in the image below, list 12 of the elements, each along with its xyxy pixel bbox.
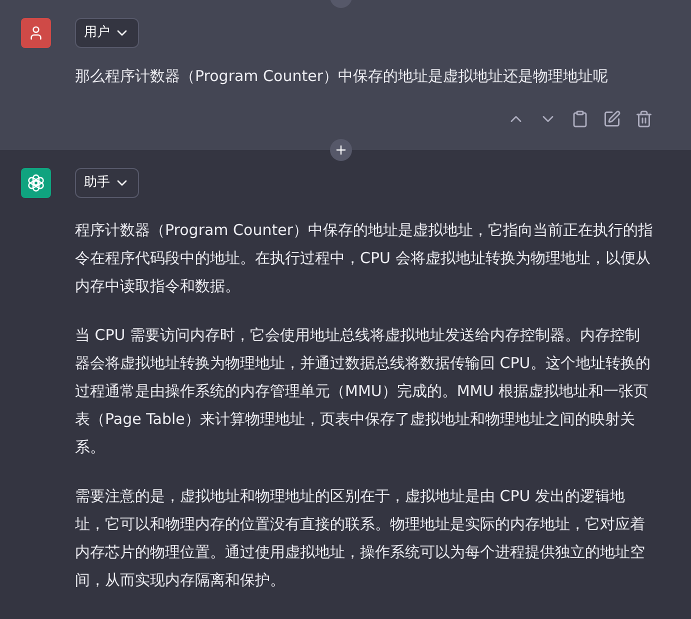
trash-icon[interactable] — [635, 110, 653, 128]
message-text: 那么程序计数器（Program Counter）中保存的地址是虚拟地址还是物理地址呢 — [75, 66, 609, 87]
clipboard-icon[interactable] — [571, 110, 589, 128]
logo-icon — [26, 173, 46, 193]
message-text: 当 CPU 需要访问内存时，它会使用地址总线将虚拟地址发送给内存控制器。内存控制器会将虚拟地址转换为物理地址，并通过数据总线将数据传输回 CPU。这个地址转换的过程通常是由操作系统的内存管理单元（MMU）完成的。MMU 根据虚拟地址和一张页表（Page Table）来计算物理地址，页表中保存了虚拟地址和物理地址之间的映射关系。 — [75, 325, 652, 458]
message-text: 程序计数器（Program Counter）中保存的地址是虚拟地址，它指向当前正在执行的指令在程序代码段中的地址。在执行过程中，CPU 会将虚拟地址转换为物理地址，以便从内存中读取指令和数据。 — [75, 220, 653, 297]
edit-icon[interactable] — [603, 110, 621, 128]
role-selector[interactable]: 用户 — [75, 18, 139, 48]
role-selector[interactable]: 助手 — [75, 168, 139, 198]
user-icon — [28, 25, 44, 41]
plus-icon — [334, 143, 348, 157]
message-text: 需要注意的是，虚拟地址和物理地址的区别在于，虚拟地址是由 CPU 发出的逻辑地址，它可以和物理内存的位置没有直接的联系。物理地址是实际的内存地址，它对应着内存芯片的物理位置。通过使用虚拟地址，操作系统可以为每个进程提供独立的地址空间，从而实现内存隔离和保护。 — [75, 486, 646, 591]
